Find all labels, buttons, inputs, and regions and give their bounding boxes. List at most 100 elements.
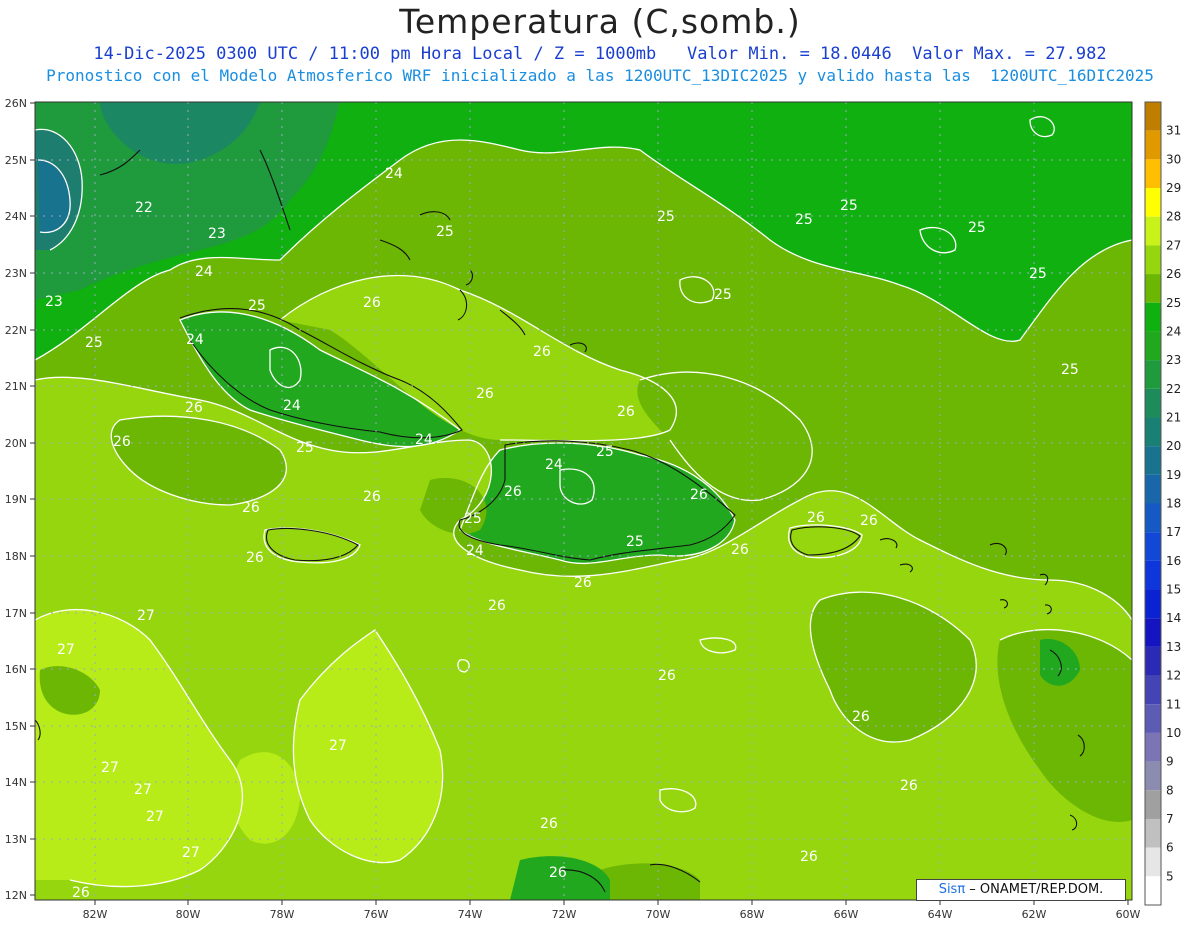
contour-label: 25 bbox=[296, 440, 314, 456]
colorbar-label: 13 bbox=[1166, 640, 1181, 654]
latitude-labels: 26N 25N 24N 23N 22N 21N 20N 19N 18N 17N … bbox=[5, 97, 27, 902]
contour-label: 26 bbox=[242, 500, 260, 516]
colorbar-swatch bbox=[1145, 818, 1161, 848]
contour-label: 27 bbox=[146, 809, 164, 825]
colorbar-swatch bbox=[1145, 474, 1161, 504]
contour-label: 26 bbox=[574, 575, 592, 591]
colorbar-label: 5 bbox=[1166, 869, 1174, 883]
contour-label: 26 bbox=[549, 865, 567, 881]
lat-label: 12N bbox=[5, 889, 27, 902]
lat-label: 14N bbox=[5, 776, 27, 789]
contour-label: 26 bbox=[363, 295, 381, 311]
contour-label: 26 bbox=[900, 778, 918, 794]
map-title: Temperatura (C,somb.) bbox=[399, 2, 801, 41]
colorbar-swatch bbox=[1145, 876, 1161, 905]
lat-label: 25N bbox=[5, 154, 27, 167]
contour-label: 23 bbox=[45, 294, 63, 310]
contour-label: 24 bbox=[186, 332, 204, 348]
colorbar-swatch bbox=[1145, 503, 1161, 533]
credit-brand: Sisπ bbox=[938, 882, 966, 897]
colorbar-swatch bbox=[1145, 274, 1161, 303]
credit-text: – ONAMET/REP.DOM. bbox=[965, 882, 1104, 897]
lat-label: 16N bbox=[5, 663, 27, 676]
colorbar-label: 9 bbox=[1166, 755, 1174, 769]
colorbar-label: 14 bbox=[1166, 611, 1181, 625]
contour-label: 26 bbox=[731, 542, 749, 558]
contour-label: 26 bbox=[690, 487, 708, 503]
contour-label: 25 bbox=[596, 444, 614, 460]
colorbar-label: 16 bbox=[1166, 554, 1181, 568]
colorbar-swatch bbox=[1145, 388, 1161, 418]
contour-label: 24 bbox=[283, 398, 301, 414]
colorbar-label: 27 bbox=[1166, 238, 1181, 252]
colorbar-label: 6 bbox=[1166, 841, 1174, 855]
lon-label: 66W bbox=[834, 908, 859, 921]
colorbar-swatch bbox=[1145, 360, 1161, 389]
colorbar-swatch bbox=[1145, 188, 1161, 217]
lat-label: 13N bbox=[5, 833, 27, 846]
contour-label: 27 bbox=[134, 782, 152, 798]
contour-label: 26 bbox=[113, 434, 131, 450]
contour-label: 25 bbox=[626, 534, 644, 550]
subtitle-valid-time: 14-Dic-2025 0300 UTC / 11:00 pm Hora Loc… bbox=[93, 44, 1107, 64]
colorbar-swatch bbox=[1145, 732, 1161, 762]
contour-label: 26 bbox=[185, 400, 203, 416]
lon-label: 62W bbox=[1022, 908, 1047, 921]
contour-label: 26 bbox=[504, 484, 522, 500]
contour-label: 25 bbox=[1061, 362, 1079, 378]
colorbar-label: 12 bbox=[1166, 669, 1181, 683]
colorbar-label: 8 bbox=[1166, 783, 1174, 797]
colorbar-swatch bbox=[1145, 245, 1161, 275]
colorbar-swatch bbox=[1145, 618, 1161, 647]
colorbar-label: 29 bbox=[1166, 181, 1181, 195]
colorbar-label: 24 bbox=[1166, 324, 1181, 338]
colorbar-swatch bbox=[1145, 331, 1161, 361]
contour-label: 26 bbox=[807, 510, 825, 526]
lon-label: 82W bbox=[83, 908, 108, 921]
contour-label: 25 bbox=[714, 287, 732, 303]
lon-label: 72W bbox=[552, 908, 577, 921]
credit-box: Sisπ – ONAMET/REP.DOM. bbox=[916, 879, 1126, 901]
contour-label: 22 bbox=[135, 200, 153, 216]
contour-label: 25 bbox=[85, 335, 103, 351]
lon-label: 64W bbox=[928, 908, 953, 921]
contour-label: 23 bbox=[208, 226, 226, 242]
lat-label: 24N bbox=[5, 210, 27, 223]
colorbar-label: 28 bbox=[1166, 210, 1181, 224]
lat-label: 22N bbox=[5, 324, 27, 337]
contour-label: 24 bbox=[195, 264, 213, 280]
contour-label: 26 bbox=[852, 709, 870, 725]
contour-label: 25 bbox=[840, 198, 858, 214]
lon-label: 76W bbox=[364, 908, 389, 921]
lat-label: 17N bbox=[5, 607, 27, 620]
contour-label: 24 bbox=[415, 432, 433, 448]
colorbar-swatch bbox=[1145, 704, 1161, 733]
lat-label: 23N bbox=[5, 267, 27, 280]
contour-label: 26 bbox=[363, 489, 381, 505]
colorbar-label: 22 bbox=[1166, 382, 1181, 396]
lon-label: 78W bbox=[270, 908, 295, 921]
colorbar-label: 11 bbox=[1166, 697, 1181, 711]
lon-label: 70W bbox=[646, 908, 671, 921]
contour-label: 27 bbox=[329, 738, 347, 754]
lat-label: 26N bbox=[5, 97, 27, 110]
contour-label: 25 bbox=[1029, 266, 1047, 282]
colorbar-label: 17 bbox=[1166, 525, 1181, 539]
contour-label: 24 bbox=[385, 166, 403, 182]
contour-label: 26 bbox=[860, 513, 878, 529]
contour-label: 25 bbox=[657, 209, 675, 225]
contour-label: 26 bbox=[246, 550, 264, 566]
colorbar-label: 15 bbox=[1166, 583, 1181, 597]
contour-label: 26 bbox=[533, 344, 551, 360]
longitude-labels: 82W 80W 78W 76W 74W 72W 70W 68W 66W 64W … bbox=[83, 908, 1141, 921]
colorbar-label: 18 bbox=[1166, 497, 1181, 511]
colorbar-swatch bbox=[1145, 216, 1161, 246]
colorbar-swatch bbox=[1145, 589, 1161, 619]
contour-label: 24 bbox=[466, 543, 484, 559]
colorbar-label: 26 bbox=[1166, 267, 1181, 281]
lon-label: 80W bbox=[176, 908, 201, 921]
colorbar-label: 7 bbox=[1166, 812, 1174, 826]
colorbar-label: 31 bbox=[1166, 124, 1181, 138]
lat-label: 15N bbox=[5, 720, 27, 733]
lat-label: 18N bbox=[5, 550, 27, 563]
